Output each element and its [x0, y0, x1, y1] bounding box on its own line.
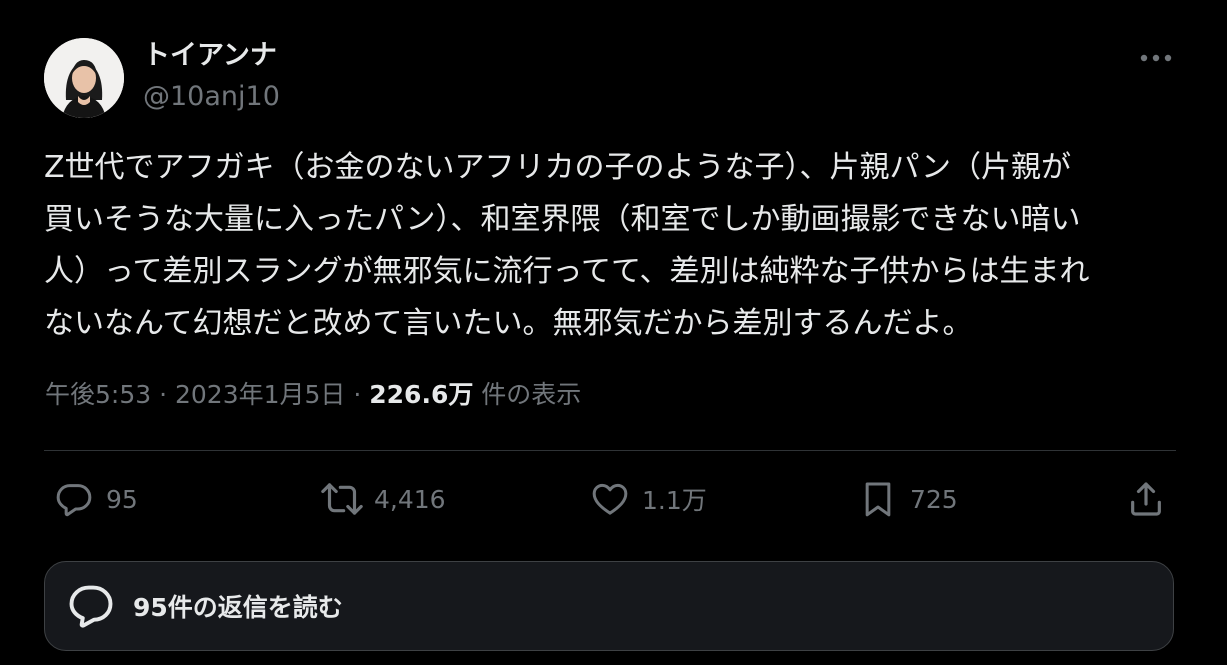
share-icon: [1124, 477, 1168, 521]
views-count: 226.6万: [369, 380, 474, 409]
action-bar: 95 4,416 1.1万 725: [0, 474, 1227, 524]
tweet-time[interactable]: 午後5:53: [45, 380, 151, 409]
reply-icon: [52, 477, 96, 521]
bookmark-icon: [856, 477, 900, 521]
bookmark-count: 725: [910, 484, 958, 514]
avatar-photo: [44, 38, 124, 118]
divider: [44, 450, 1176, 451]
avatar[interactable]: [44, 38, 124, 118]
read-replies-label: 95件の返信を読む: [133, 593, 343, 622]
tweet-date[interactable]: 2023年1月5日: [175, 380, 345, 409]
read-replies-button[interactable]: 95件の返信を読む: [44, 561, 1174, 651]
heart-icon: [588, 477, 632, 521]
repost-icon: [320, 477, 364, 521]
author-display-name[interactable]: トイアンナ: [143, 40, 277, 72]
author-handle[interactable]: @10anj10: [143, 81, 280, 113]
views-label: 件の表示: [473, 380, 582, 409]
like-count: 1.1万: [642, 486, 707, 515]
share-button[interactable]: [1124, 474, 1168, 524]
meta-separator: ·: [151, 380, 175, 409]
tweet: トイアンナ @10anj10 Z世代でアフガキ（お金のないアフリカの子のような子…: [0, 0, 1227, 665]
tweet-meta: 午後5:53 · 2023年1月5日 · 226.6万 件の表示: [45, 376, 581, 414]
speech-bubble-icon: [63, 578, 119, 634]
reply-button[interactable]: 95: [52, 474, 138, 524]
reply-count: 95: [106, 484, 138, 514]
bookmark-button[interactable]: 725: [856, 474, 958, 524]
repost-button[interactable]: 4,416: [320, 474, 446, 524]
more-options-button[interactable]: [1132, 42, 1180, 74]
repost-count: 4,416: [374, 484, 446, 514]
tweet-text: Z世代でアフガキ（お金のないアフリカの子のような子）、片親パン（片親が 買いそう…: [44, 150, 1090, 341]
like-button[interactable]: 1.1万: [588, 474, 707, 524]
more-horizontal-icon: [1140, 54, 1172, 62]
meta-separator: ·: [345, 380, 370, 409]
